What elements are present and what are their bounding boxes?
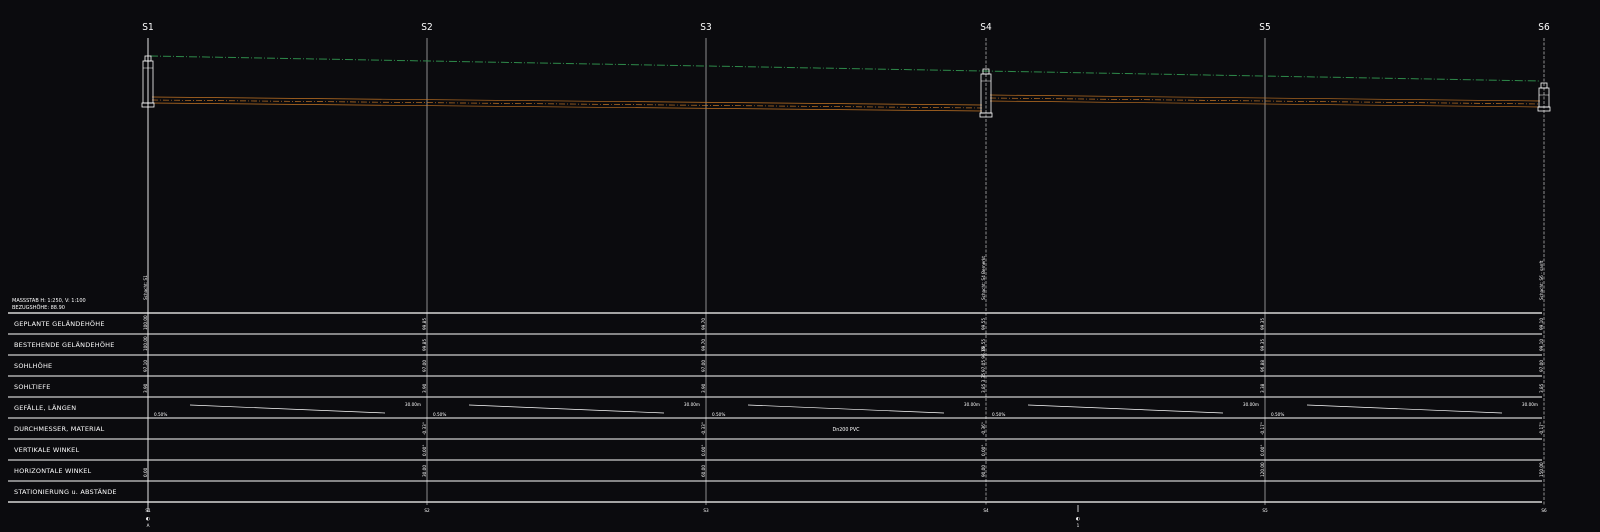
station-name: S6 — [1538, 22, 1550, 33]
station-value: 30.00 — [422, 465, 427, 477]
station-bottom-label: S1 — [145, 508, 151, 513]
station-value: 96.88 — [1260, 360, 1265, 372]
station-name: S2 — [421, 22, 432, 33]
station-value: 0.00° — [701, 445, 706, 456]
station-value: -0.33° — [422, 422, 427, 435]
station-value: 99.35 — [1260, 339, 1265, 351]
station-value: 99.10 — [1539, 339, 1544, 351]
segment-slope: 0.50% — [992, 412, 1005, 417]
segment-length: 30.00m — [1522, 402, 1538, 407]
pipe-label: Dn200 PVC — [833, 427, 861, 433]
station-note: Schacht: S6 - sanft — [1539, 260, 1544, 300]
row-label: BESTEHENDE GELÄNDEHÖHE — [14, 340, 115, 349]
station-name: S4 — [980, 22, 992, 33]
station-value: 99.70 — [701, 318, 706, 330]
marker-sub: A — [147, 523, 150, 528]
slope-line — [189, 404, 386, 414]
station-value: 99.85 — [422, 339, 427, 351]
station-name: S5 — [1259, 22, 1270, 33]
station-value: 150.00 — [1539, 462, 1544, 477]
station-value: 99.10 — [1539, 318, 1544, 330]
slope-line — [1027, 404, 1224, 414]
station-value: 99.70 — [701, 339, 706, 351]
reference-height-label: BEZUGSHÖHE: 88.90 — [12, 304, 65, 311]
station-value: 97.00 — [422, 360, 427, 372]
segment-length: 30.00m — [1243, 402, 1259, 407]
station-name: S1 — [142, 22, 153, 33]
row-label: HORIZONTALE WINKEL — [14, 467, 92, 475]
station-bottom-label: S3 — [703, 508, 709, 513]
marker-symbol: ◐ — [1076, 517, 1080, 522]
station-value: 3.85 — [1539, 383, 1544, 393]
row-label: GEPLANTE GELÄNDEHÖHE — [14, 319, 105, 328]
row-label: DURCHMESSER, MATERIAL — [14, 425, 105, 433]
station-value: 0.00° — [1260, 445, 1265, 456]
station-note: Schacht: S1 — [143, 275, 148, 300]
station-value: 3.90 — [422, 383, 427, 393]
station-bottom-label: S6 — [1541, 508, 1547, 513]
station-value: 90.00 — [981, 465, 986, 477]
row-label: VERTIKALE WINKEL — [14, 446, 79, 454]
row-label: SOHLTIEFE — [14, 383, 51, 391]
station-bottom-label: S2 — [424, 508, 430, 513]
station-value: -0.17° — [1539, 422, 1544, 435]
station-value: 97.05 96.15 — [981, 346, 986, 372]
segment-length: 30.00m — [964, 402, 980, 407]
segment-length: 30.00m — [405, 402, 421, 407]
segment-slope: 0.50% — [712, 412, 725, 417]
row-label: STATIONIERUNG u. ABSTÄNDE — [14, 487, 117, 496]
station-value: 3.90 — [701, 383, 706, 393]
station-value: 0.00 — [143, 467, 148, 477]
station-lines — [147, 38, 1545, 512]
station-value: 97.00 — [701, 360, 706, 372]
station-value: 3.85 3.35 — [981, 373, 986, 393]
segment-slope: 0.50% — [433, 412, 446, 417]
station-value: 99.85 — [422, 318, 427, 330]
station-value: 60.00 — [701, 465, 706, 477]
terrain-line — [149, 55, 1541, 82]
station-bottom-label: S4 — [983, 508, 989, 513]
scale-label: MASSSTAB H: 1:250, V: 1:100 — [12, 298, 86, 304]
station-value: -0.17° — [1260, 422, 1265, 435]
station-value: 0.00° — [422, 445, 427, 456]
segment-slope: 0.50% — [154, 412, 167, 417]
profile-drawing: GEPLANTE GELÄNDEHÖHE BESTEHENDE GELÄNDEHÖ… — [8, 22, 1551, 528]
slope-line — [747, 404, 945, 414]
station-name: S3 — [700, 22, 711, 33]
station-value: 3.90 — [143, 383, 148, 393]
station-bottom-label: S5 — [1262, 508, 1268, 513]
station-value: 99.35 — [1260, 318, 1265, 330]
marker-sub: 1 — [1077, 523, 1080, 528]
row-label: SOHLHÖHE — [14, 361, 52, 370]
manholes — [141, 55, 1551, 118]
station-value: -0.33° — [701, 422, 706, 435]
station-value: 100.00 — [143, 336, 148, 351]
station-value: 3.38 — [1260, 383, 1265, 393]
station-value: 97.00 — [1539, 360, 1544, 372]
slope-line — [468, 404, 665, 414]
station-value: 99.55 — [981, 318, 986, 330]
marker-symbol: ◐ — [146, 517, 150, 522]
segment-slope: 0.50% — [1271, 412, 1284, 417]
station-value: 97.10 — [143, 360, 148, 372]
station-value: 120.00 — [1260, 462, 1265, 477]
station-value: 0.00° — [981, 445, 986, 456]
segment-length: 30.00m — [684, 402, 700, 407]
profile-lines — [149, 55, 1541, 112]
station-value: 100.00 — [143, 315, 148, 330]
table-grid — [8, 312, 1542, 503]
row-label: GEFÄLLE, LÄNGEN — [14, 403, 76, 412]
station-note: Schacht: S4 Bemerkt — [981, 256, 986, 300]
station-value: -0.36° — [981, 422, 986, 435]
slope-line — [1306, 404, 1503, 414]
